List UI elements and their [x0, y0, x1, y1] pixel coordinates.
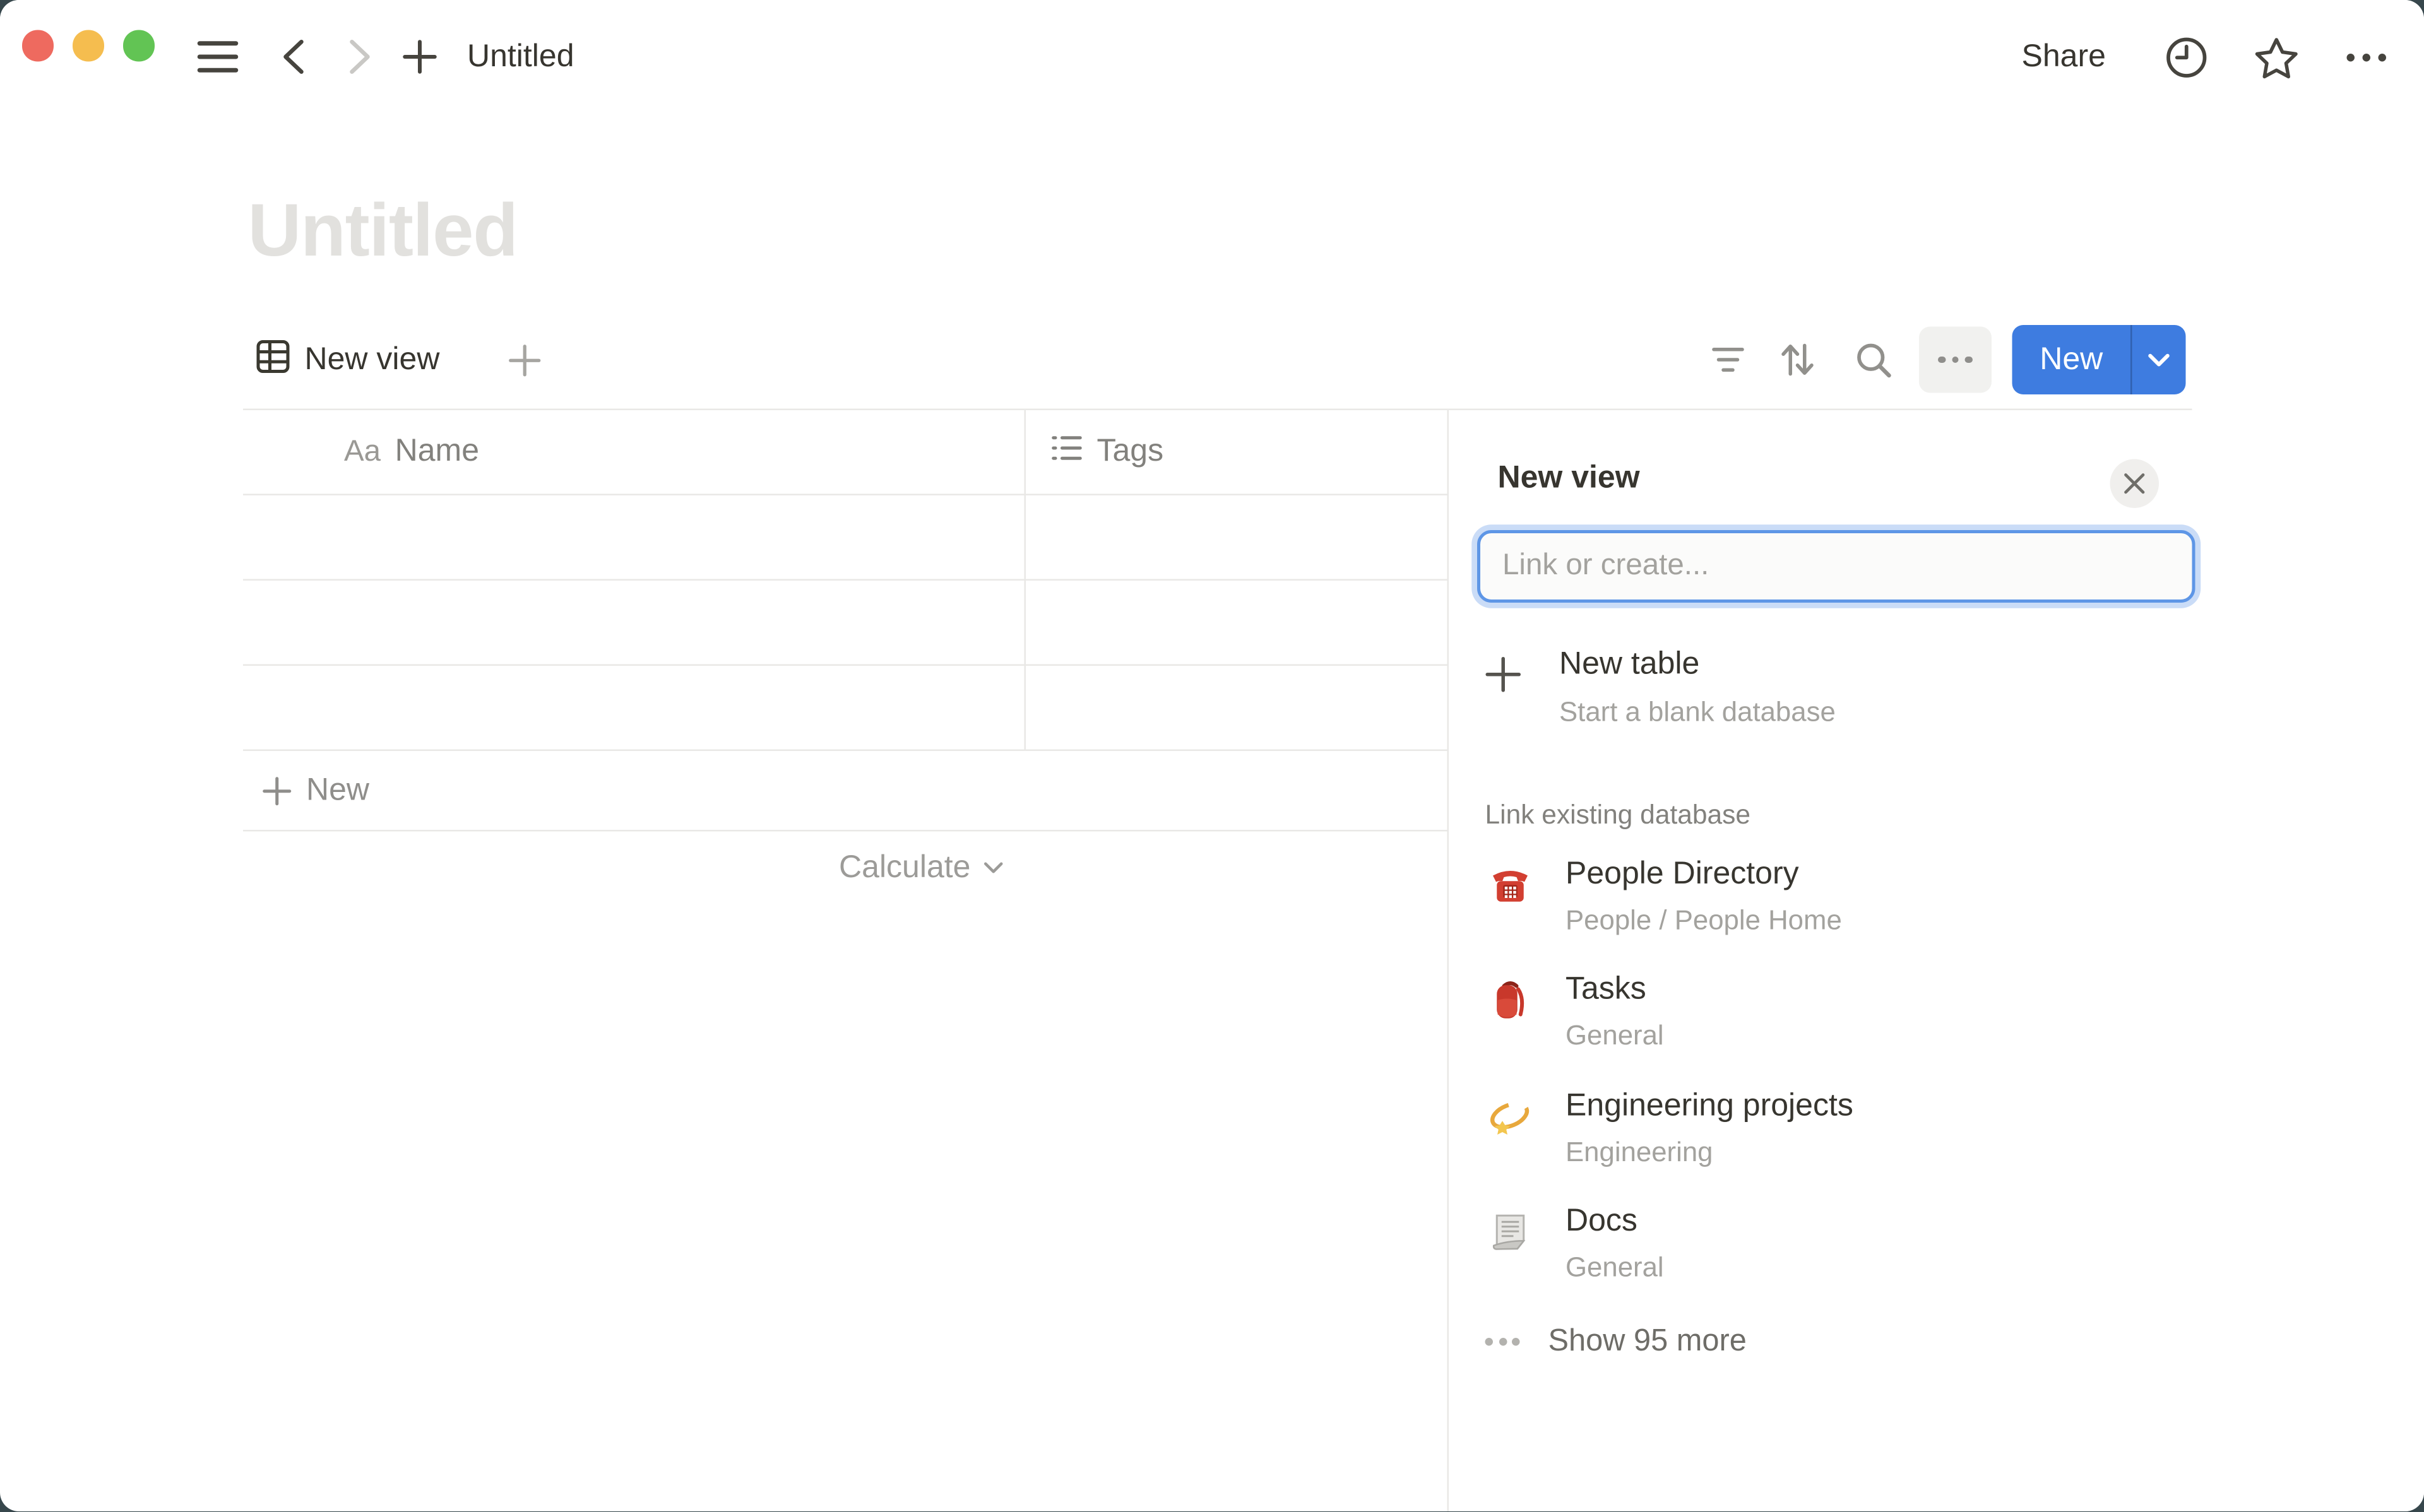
database-list-item[interactable]: Tasks General	[1485, 972, 2164, 1088]
database-name: Tasks	[1566, 972, 1664, 1008]
new-table-option[interactable]: New table Start a blank database	[1485, 646, 2164, 728]
back-icon[interactable]	[278, 40, 309, 74]
database-location: Engineering	[1566, 1135, 1853, 1169]
traffic-lights	[22, 30, 154, 61]
table-row[interactable]	[243, 495, 1447, 581]
zoom-window-button[interactable]	[123, 30, 154, 61]
plus-icon	[1485, 646, 1523, 728]
new-view-panel: New view New table Start a blank databas…	[1447, 410, 2424, 1512]
database-list-item[interactable]: People Directory People / People Home	[1485, 856, 2164, 972]
database-name: Engineering projects	[1566, 1088, 1853, 1125]
column-name-label: Name	[395, 434, 479, 471]
table-cell-tags[interactable]	[1026, 581, 1447, 664]
desktop-backdrop: Untitled Share Untitled New view	[0, 0, 2424, 1512]
titlebar: Untitled Share	[0, 0, 2424, 120]
share-button[interactable]: Share	[2022, 40, 2106, 76]
column-header-name[interactable]: Aa Name	[243, 410, 1026, 494]
table-row[interactable]	[243, 581, 1447, 666]
new-row-label: New	[306, 772, 369, 809]
more-options-icon[interactable]	[2341, 46, 2393, 70]
dizzy-emoji-icon	[1485, 1091, 1536, 1142]
close-icon[interactable]	[2110, 458, 2160, 507]
new-table-label: New table	[1559, 646, 1836, 683]
bulleted-list-icon	[1051, 433, 1083, 471]
tab-title: Untitled	[467, 40, 574, 76]
ellipsis-icon	[1485, 1337, 1520, 1345]
table-cell-tags[interactable]	[1026, 666, 1447, 750]
page-title[interactable]: Untitled	[248, 186, 518, 273]
database-location: General	[1566, 1019, 1664, 1053]
forward-icon[interactable]	[344, 40, 376, 74]
backpack-emoji-icon	[1485, 975, 1536, 1025]
database-list: People Directory People / People Home Task…	[1485, 856, 2164, 1320]
close-window-button[interactable]	[22, 30, 53, 61]
text-type-icon: Aa	[344, 435, 381, 470]
toolbar-divider	[243, 409, 2192, 411]
link-existing-database-label: Link existing database	[1485, 799, 1751, 830]
calculate-label: Calculate	[839, 849, 970, 886]
database-name: Docs	[1566, 1204, 1664, 1241]
show-more-label: Show 95 more	[1548, 1323, 1747, 1359]
telephone-emoji-icon	[1485, 859, 1536, 909]
page-emoji-icon	[1485, 1207, 1536, 1258]
favorite-star-icon[interactable]	[2252, 35, 2300, 81]
new-row-button[interactable]: New	[243, 751, 1447, 832]
view-tab-new-view[interactable]: New view	[256, 325, 439, 394]
table-cell-tags[interactable]	[1026, 495, 1447, 579]
minimize-window-button[interactable]	[73, 30, 104, 61]
link-or-create-input[interactable]	[1477, 529, 2195, 602]
panel-title: New view	[1498, 460, 1640, 497]
table-rows	[243, 495, 1447, 751]
database-list-item[interactable]: Docs General	[1485, 1204, 2164, 1320]
sidebar-toggle-icon[interactable]	[196, 38, 240, 76]
column-header-tags[interactable]: Tags	[1026, 410, 1447, 494]
add-view-icon[interactable]	[505, 341, 543, 379]
new-record-button-label[interactable]: New	[2012, 325, 2132, 394]
filter-icon[interactable]	[1709, 341, 1747, 379]
view-tab-label: New view	[305, 341, 440, 378]
new-record-dropdown[interactable]	[2132, 325, 2186, 394]
new-record-button: New	[2012, 325, 2186, 394]
sort-icon[interactable]	[1779, 341, 1817, 379]
database-location: People / People Home	[1566, 903, 1842, 936]
database-table: Aa Name Tags New Calculate	[243, 410, 1447, 898]
database-name: People Directory	[1566, 856, 1842, 892]
new-tab-icon[interactable]	[400, 38, 441, 76]
table-view-icon	[256, 338, 290, 381]
database-list-item[interactable]: Engineering projects Engineering	[1485, 1088, 2164, 1204]
new-table-subtitle: Start a blank database	[1559, 695, 1836, 728]
view-options-button[interactable]	[1919, 327, 1992, 393]
show-more-button[interactable]: Show 95 more	[1485, 1323, 1747, 1359]
notion-window: Untitled Share Untitled New view	[0, 0, 2424, 1512]
table-cell-name[interactable]	[243, 581, 1026, 664]
updates-clock-icon[interactable]	[2164, 35, 2210, 81]
column-tags-label: Tags	[1097, 434, 1164, 471]
table-row[interactable]	[243, 666, 1447, 751]
calculate-dropdown[interactable]: Calculate	[243, 838, 1026, 898]
table-header-row: Aa Name Tags	[243, 410, 1447, 495]
search-icon[interactable]	[1855, 341, 1892, 379]
table-cell-name[interactable]	[243, 495, 1026, 579]
database-location: General	[1566, 1251, 1664, 1285]
table-cell-name[interactable]	[243, 666, 1026, 750]
